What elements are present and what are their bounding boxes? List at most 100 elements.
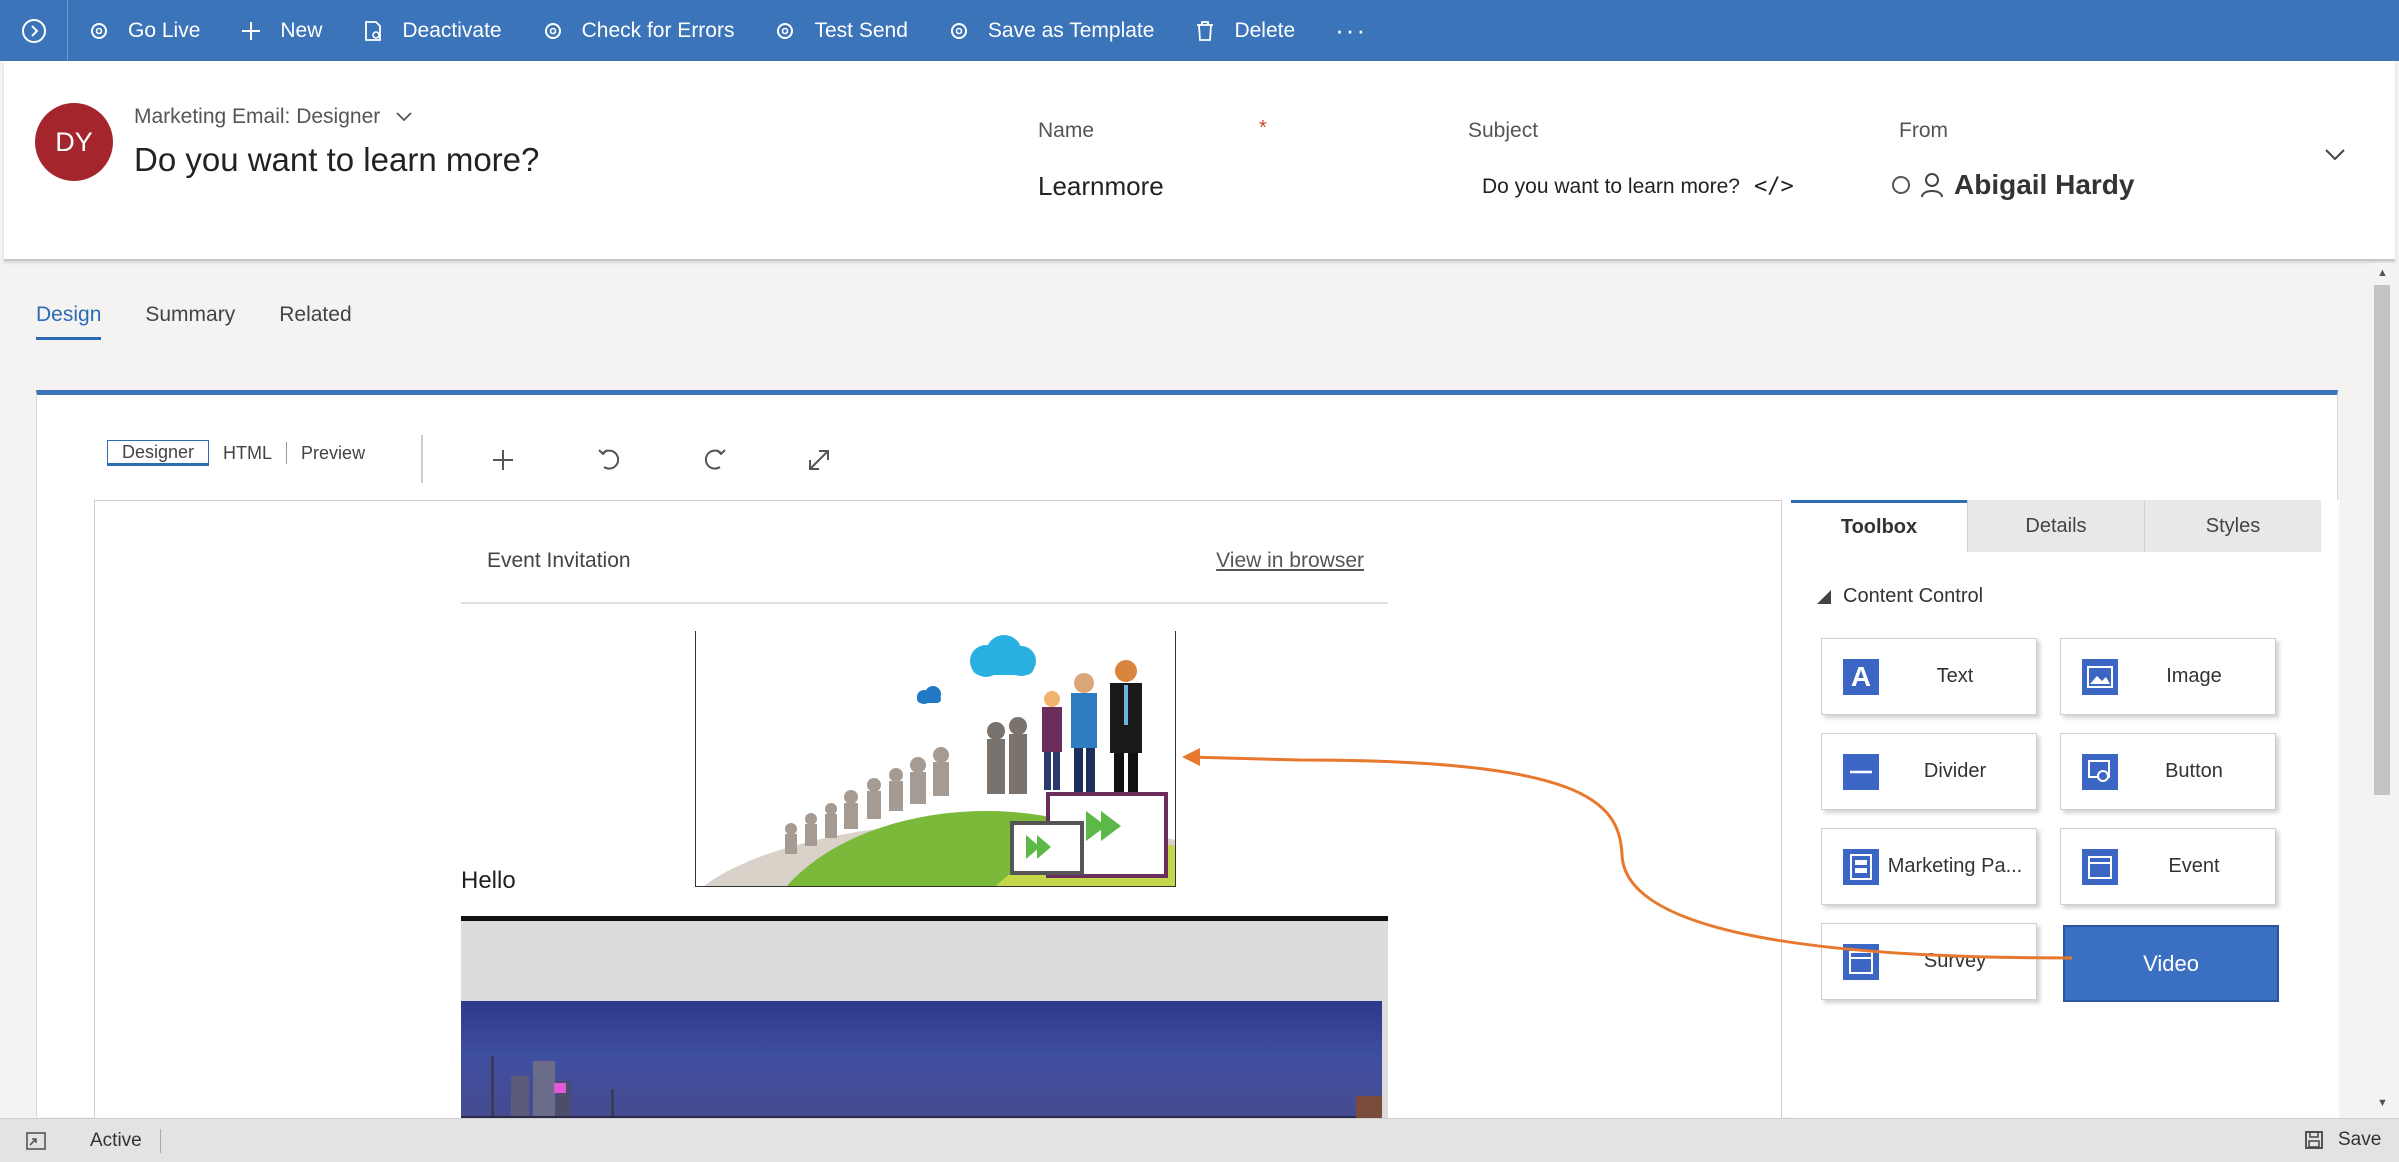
button-icon [2082,754,2118,790]
marketing-page-icon [1843,849,1879,885]
delete-button[interactable]: Delete [1174,0,1315,61]
email-header: Event Invitation View in browser [461,501,1388,604]
collapse-icon [1817,589,1831,604]
save-icon [2305,1131,2323,1149]
test-send-button[interactable]: Test Send [754,0,927,61]
tool-label: Survey [1923,950,1987,972]
tool-image[interactable]: Image [2060,638,2276,715]
document-icon [365,20,382,41]
subject-field[interactable]: Do you want to learn more? </> [1482,174,1794,199]
site-map-button[interactable] [0,0,68,61]
toolbar-divider [421,435,423,483]
view-in-browser-link[interactable]: View in browser [1216,549,1364,573]
email-header-title: Event Invitation [487,549,631,572]
undo-icon[interactable] [594,445,624,475]
expand-header-icon[interactable] [2322,141,2348,167]
scroll-thumb[interactable] [2374,285,2390,795]
check-for-errors-button[interactable]: Check for Errors [522,0,755,61]
redo-icon[interactable] [700,445,730,475]
tool-label: Button [2165,760,2223,782]
open-in-window-icon[interactable] [26,1132,46,1150]
city-image[interactable] [461,1001,1382,1121]
mode-preview[interactable]: Preview [287,442,379,464]
page-title: Do you want to learn more? [134,141,540,178]
code-icon[interactable]: </> [1754,174,1794,199]
name-field[interactable]: Learnmore [1038,171,1164,202]
tab-summary[interactable]: Summary [145,303,235,340]
content-control-section[interactable]: Content Control [1817,585,1983,608]
side-tabs: Toolbox Details Styles [1791,500,2321,552]
go-live-button[interactable]: Go Live [68,0,220,61]
fullscreen-icon[interactable] [804,445,834,475]
tool-video[interactable]: Video [2063,925,2279,1002]
tab-design[interactable]: Design [36,303,102,340]
tool-survey[interactable]: Survey [1821,923,2037,1000]
tab-details[interactable]: Details [1967,500,2144,552]
tool-label: Event [2168,855,2220,877]
gear-icon [91,22,107,39]
email-canvas[interactable]: Event Invitation View in browser Hello [94,500,1782,1122]
avatar: DY [35,103,113,181]
save-as-template-label: Save as Template [987,18,1155,42]
tool-label: Marketing Pa... [1887,855,2023,877]
record-status: Active [90,1130,142,1151]
add-icon[interactable] [488,445,518,475]
tab-toolbox[interactable]: Toolbox [1791,500,1967,552]
people-illustration [704,635,1175,886]
tool-label: Video [2143,950,2199,976]
chevron-down-icon [396,112,412,122]
status-divider [160,1129,161,1153]
deactivate-button[interactable]: Deactivate [342,0,521,61]
save-as-template-button[interactable]: Save as Template [928,0,1175,61]
page-scrollbar[interactable]: ▲ ▼ [2371,263,2393,1118]
tool-divider[interactable]: Divider [1821,733,2037,810]
save-button[interactable]: Save [2304,1129,2381,1151]
text-icon: A [1843,659,1879,695]
subject-value: Do you want to learn more? [1482,174,1740,198]
new-label: New [280,18,323,42]
tool-label: Divider [1923,760,1987,782]
chevron-circle-icon [21,18,46,43]
subject-field-label: Subject [1468,119,1539,142]
presence-icon [1892,176,1910,194]
status-bar: Active Save [0,1118,2399,1162]
tool-button[interactable]: Button [2060,733,2276,810]
from-value: Abigail Hardy [1954,169,2135,200]
plus-icon [242,21,261,40]
tool-event[interactable]: Event [2060,828,2276,905]
form-selector[interactable]: Marketing Email: Designer [134,105,414,129]
designer-panel: Designer HTML Preview Event Invitation V… [36,390,2339,1122]
image-icon [2082,659,2118,695]
new-button[interactable]: New [220,0,342,61]
mode-html[interactable]: HTML [209,442,288,464]
mode-switch: Designer HTML Preview [107,440,379,466]
scroll-down-icon[interactable]: ▼ [2377,1097,2388,1109]
check-for-errors-label: Check for Errors [581,18,735,42]
tab-styles[interactable]: Styles [2144,500,2321,552]
scroll-up-icon[interactable]: ▲ [2377,267,2388,279]
more-commands-button[interactable]: ··· [1315,15,1387,46]
tool-text[interactable]: A Text [1821,638,2037,715]
form-tabs: Design Summary Related [36,303,396,340]
gear-icon [777,22,794,39]
tool-label: Text [1936,665,1974,687]
name-field-label: Name [1038,119,1095,142]
city-skyline [461,1056,1382,1121]
divider-icon [1843,754,1879,790]
email-greeting[interactable]: Hello [461,867,516,895]
trash-icon [1197,20,1214,41]
go-live-label: Go Live [128,18,201,42]
from-field[interactable]: Abigail Hardy [1892,169,2134,201]
tab-related[interactable]: Related [279,303,351,340]
tool-marketing-page[interactable]: Marketing Pa... [1821,828,2037,905]
calendar-icon [1843,944,1879,980]
section-label: Content Control [1843,585,1984,607]
toolbox-panel: Toolbox Details Styles Content Control A… [1791,500,2339,1122]
email-content-section[interactable] [461,916,1388,1121]
deactivate-label: Deactivate [402,18,502,42]
tool-label: Image [2166,665,2222,687]
person-icon [1921,173,1943,198]
hero-image[interactable] [695,631,1176,887]
mode-designer[interactable]: Designer [107,440,210,466]
calendar-icon [2082,849,2118,885]
